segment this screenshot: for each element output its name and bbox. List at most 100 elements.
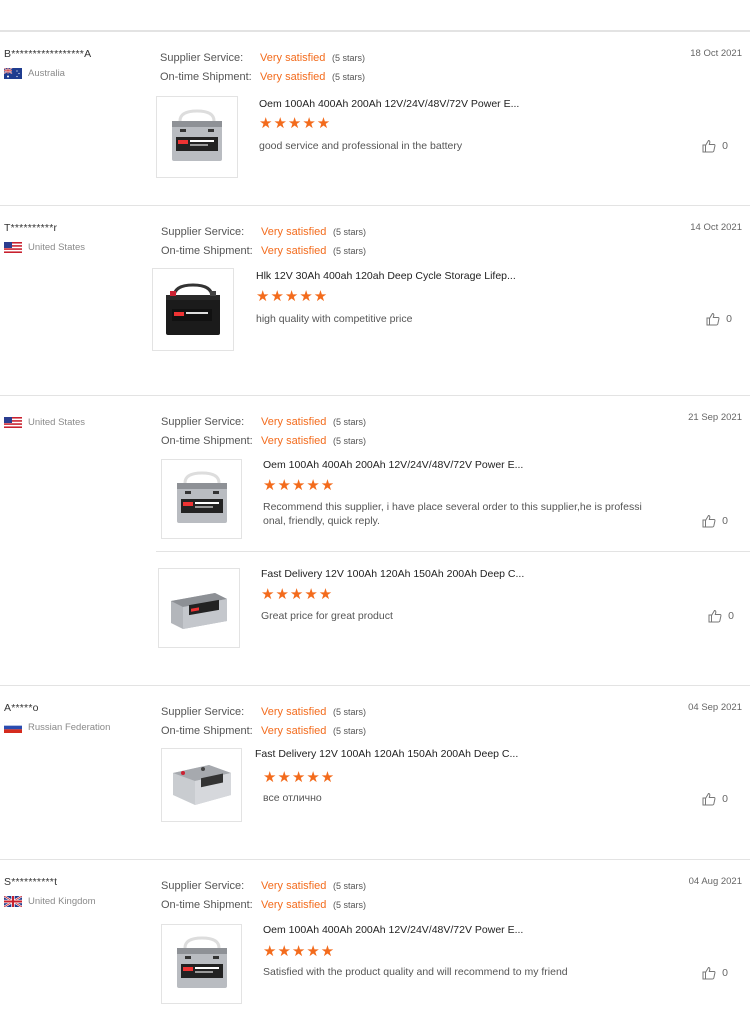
review-comment: все отлично <box>263 792 322 804</box>
thumbs-up-icon <box>708 609 722 623</box>
product-thumbnail[interactable] <box>158 568 240 648</box>
buyer-country: United Kingdom <box>4 896 154 907</box>
helpful-button[interactable]: 0 <box>702 514 728 528</box>
product-rating-stars: ★★★★★ <box>261 586 334 603</box>
supplier-service-stars: (5 stars) <box>332 52 366 63</box>
thumbs-up-icon <box>702 966 716 980</box>
review-item: T**********r United States Supplier Serv… <box>0 205 750 395</box>
buyer-info: A*****o Russian Federation <box>4 702 154 733</box>
review-item: United States Supplier Service: Very sat… <box>0 395 750 685</box>
review-item: S**********t United Kingdom Supplier Ser… <box>0 859 750 1024</box>
supplier-service-row: Supplier Service: Very satisfied (5 star… <box>161 222 366 241</box>
buyer-name: B*****************A <box>4 48 92 60</box>
black-battery-with-handle-image <box>166 282 220 335</box>
supplier-ratings: Supplier Service: Very satisfied (5 star… <box>161 702 366 740</box>
product-title[interactable]: Hlk 12V 30Ah 400ah 120ah Deep Cycle Stor… <box>256 270 516 282</box>
product-thumbnail[interactable] <box>152 268 234 351</box>
grey-battery-with-handle-image <box>176 471 227 523</box>
product-rating-stars: ★★★★★ <box>263 943 336 960</box>
ontime-shipment-stars: (5 stars) <box>333 725 367 736</box>
grey-battery-with-handle-image <box>176 936 227 988</box>
helpful-count: 0 <box>722 793 728 805</box>
helpful-count: 0 <box>722 140 728 152</box>
helpful-button[interactable]: 0 <box>702 966 728 980</box>
supplier-service-stars: (5 stars) <box>333 880 367 891</box>
product-title[interactable]: Fast Delivery 12V 100Ah 120Ah 150Ah 200A… <box>261 568 524 580</box>
product-thumbnail[interactable] <box>161 924 242 1004</box>
product-title[interactable]: Oem 100Ah 400Ah 200Ah 12V/24V/48V/72V Po… <box>259 98 519 110</box>
buyer-country: United States <box>4 417 154 428</box>
helpful-count: 0 <box>726 313 732 325</box>
product-thumbnail[interactable] <box>156 96 238 178</box>
grey-long-battery-image <box>172 765 231 805</box>
product-title[interactable]: Oem 100Ah 400Ah 200Ah 12V/24V/48V/72V Po… <box>263 924 523 936</box>
ontime-shipment-value: Very satisfied <box>261 898 327 911</box>
ontime-shipment-value: Very satisfied <box>261 724 327 737</box>
buyer-name: T**********r <box>4 222 58 234</box>
ontime-shipment-label: On-time Shipment: <box>160 70 252 83</box>
supplier-service-label: Supplier Service: <box>161 879 245 892</box>
ontime-shipment-row: On-time Shipment: Very satisfied (5 star… <box>161 895 366 914</box>
ontime-shipment-label: On-time Shipment: <box>161 244 253 257</box>
product-title[interactable]: Fast Delivery 12V 100Ah 120Ah 150Ah 200A… <box>255 748 518 760</box>
au-flag-icon <box>4 68 22 79</box>
product-rating-stars: ★★★★★ <box>256 288 329 305</box>
review-date: 18 Oct 2021 <box>690 48 742 59</box>
ontime-shipment-stars: (5 stars) <box>333 899 367 910</box>
product-rating-stars: ★★★★★ <box>259 115 332 132</box>
ontime-shipment-label: On-time Shipment: <box>161 434 253 447</box>
buyer-country-label: United States <box>28 417 86 428</box>
supplier-service-row: Supplier Service: Very satisfied (5 star… <box>160 48 365 67</box>
review-item: A*****o Russian Federation Supplier Serv… <box>0 685 750 859</box>
buyer-name: S**********t <box>4 876 58 888</box>
buyer-info: S**********t United Kingdom <box>4 876 154 907</box>
review-date: 14 Oct 2021 <box>690 222 742 233</box>
review-item: B*****************A Australia Supplier S… <box>0 31 750 205</box>
thumbs-up-icon <box>706 312 720 326</box>
buyer-info: T**********r United States <box>4 222 154 253</box>
buyer-info: United States <box>4 412 154 428</box>
buyer-country: United States <box>4 242 154 253</box>
supplier-ratings: Supplier Service: Very satisfied (5 star… <box>161 412 366 450</box>
supplier-service-label: Supplier Service: <box>161 415 245 428</box>
buyer-country-label: Australia <box>28 68 65 79</box>
supplier-service-row: Supplier Service: Very satisfied (5 star… <box>161 412 366 431</box>
ontime-shipment-value: Very satisfied <box>261 434 327 447</box>
product-title[interactable]: Oem 100Ah 400Ah 200Ah 12V/24V/48V/72V Po… <box>263 459 523 471</box>
helpful-count: 0 <box>722 515 728 527</box>
supplier-service-stars: (5 stars) <box>333 416 367 427</box>
helpful-button[interactable]: 0 <box>702 139 728 153</box>
ontime-shipment-stars: (5 stars) <box>333 435 367 446</box>
us-flag-icon <box>4 242 22 253</box>
buyer-country-label: United States <box>28 242 86 253</box>
helpful-button[interactable]: 0 <box>702 792 728 806</box>
review-comment: Recommend this supplier, i have place se… <box>263 501 642 527</box>
supplier-service-value: Very satisfied <box>261 225 327 238</box>
review-comment: high quality with competitive price <box>256 313 413 325</box>
review-comment: good service and professional in the bat… <box>259 140 463 152</box>
review-date: 04 Sep 2021 <box>688 702 742 713</box>
review-date: 21 Sep 2021 <box>688 412 742 423</box>
supplier-service-row: Supplier Service: Very satisfied (5 star… <box>161 876 366 895</box>
ontime-shipment-label: On-time Shipment: <box>161 724 253 737</box>
ontime-shipment-row: On-time Shipment: Very satisfied (5 star… <box>161 721 366 740</box>
grey-battery-with-handle-image <box>172 109 222 161</box>
ontime-shipment-stars: (5 stars) <box>332 71 366 82</box>
helpful-count: 0 <box>722 967 728 979</box>
ontime-shipment-stars: (5 stars) <box>333 245 367 256</box>
supplier-ratings: Supplier Service: Very satisfied (5 star… <box>160 48 365 86</box>
review-comment: Satisfied with the product quality and w… <box>263 966 568 978</box>
product-thumbnail[interactable] <box>161 459 242 539</box>
helpful-button[interactable]: 0 <box>708 609 734 623</box>
product-rating-stars: ★★★★★ <box>263 477 336 494</box>
supplier-service-value: Very satisfied <box>260 51 326 64</box>
thumbs-up-icon <box>702 514 716 528</box>
product-thumbnail[interactable] <box>161 748 242 822</box>
product-divider <box>156 551 750 552</box>
buyer-country-label: Russian Federation <box>28 722 111 733</box>
ontime-shipment-label: On-time Shipment: <box>161 898 253 911</box>
supplier-service-stars: (5 stars) <box>333 706 367 717</box>
ontime-shipment-value: Very satisfied <box>260 70 326 83</box>
uk-flag-icon <box>4 896 22 907</box>
helpful-button[interactable]: 0 <box>706 312 732 326</box>
